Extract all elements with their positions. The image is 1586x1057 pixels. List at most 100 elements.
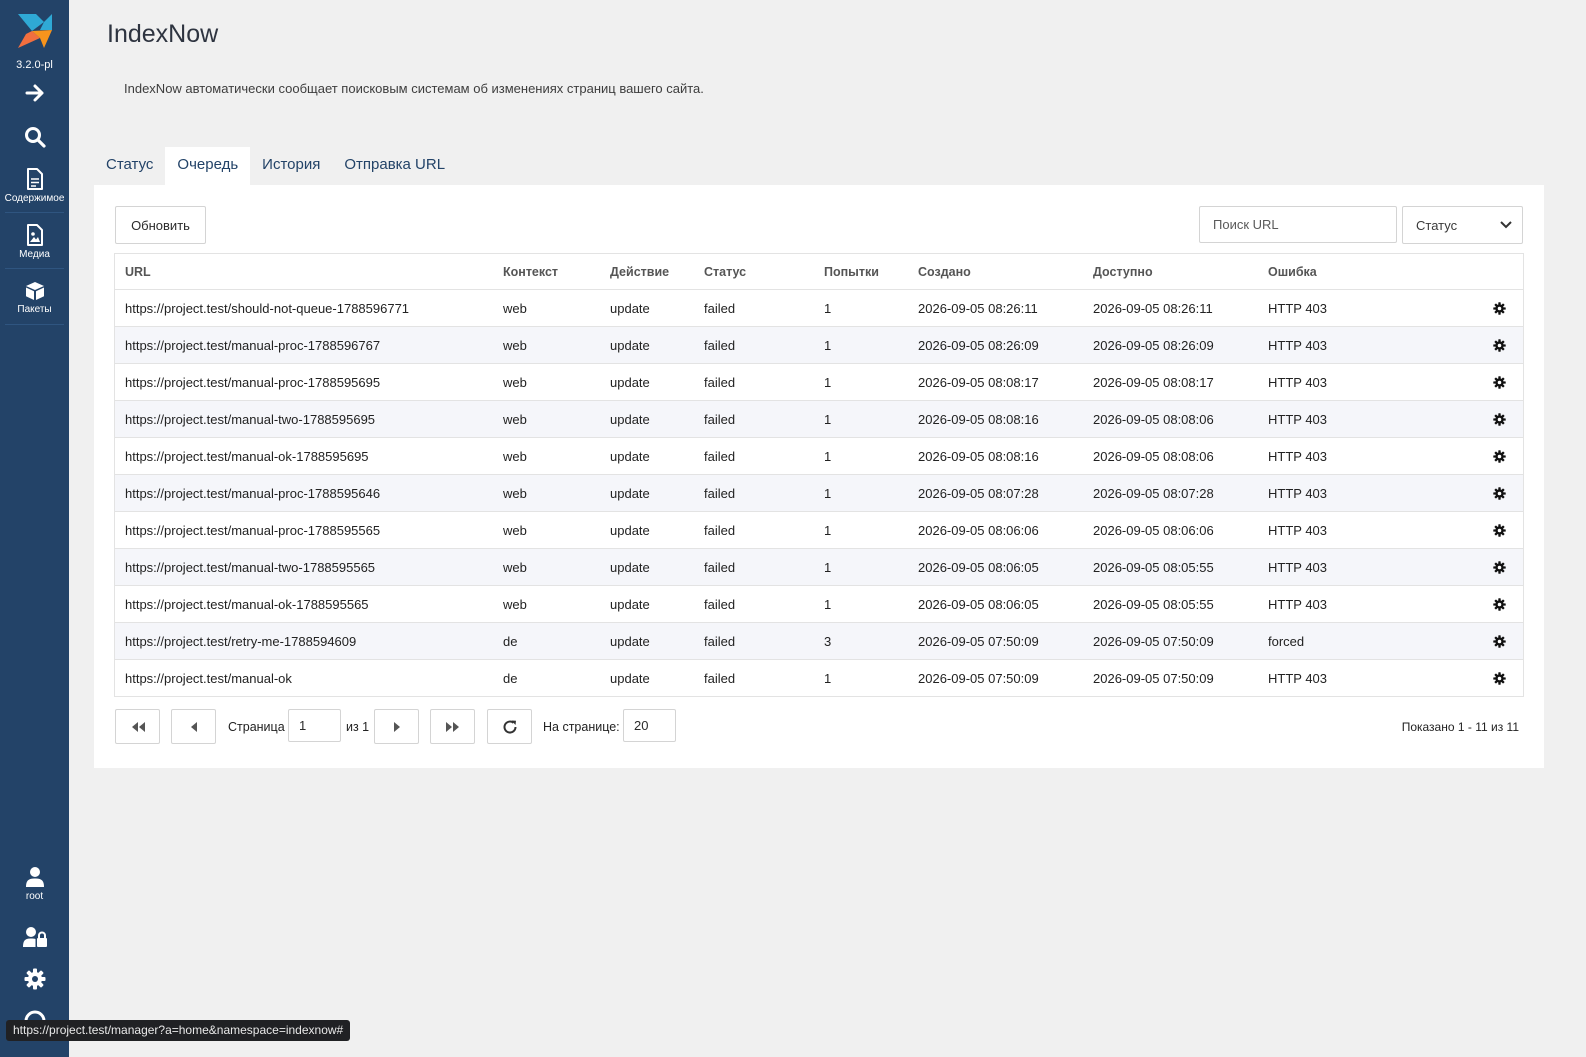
cell-error: HTTP 403 xyxy=(1268,485,1328,501)
row-actions-gear-icon[interactable] xyxy=(1458,671,1523,685)
cell-status: failed xyxy=(704,522,736,538)
sidebar-item-label: root xyxy=(25,891,44,902)
cell-attempts: 1 xyxy=(824,411,832,427)
sidebar-item-label: Содержимое xyxy=(4,193,65,204)
search-url-input[interactable] xyxy=(1199,206,1397,243)
cell-attempts: 1 xyxy=(824,522,832,538)
cell-url: https://project.test/manual-proc-1788595… xyxy=(125,374,381,390)
page-number-input[interactable]: 1 xyxy=(288,709,341,742)
cell-available: 2026-09-05 08:06:06 xyxy=(1093,522,1214,538)
cell-available: 2026-09-05 08:26:11 xyxy=(1093,300,1213,316)
table-row[interactable]: https://project.test/manual-proc-1788595… xyxy=(115,474,1523,511)
cell-created: 2026-09-05 08:08:17 xyxy=(918,374,1039,390)
column-header-error[interactable]: Ошибка xyxy=(1258,265,1458,279)
column-header-status[interactable]: Статус xyxy=(694,265,814,279)
status-select-value: Статус xyxy=(1416,217,1458,233)
cell-url: https://project.test/retry-me-1788594609 xyxy=(125,633,357,649)
cell-context: web xyxy=(503,522,527,538)
last-page-button[interactable] xyxy=(430,709,475,744)
cell-status: failed xyxy=(704,670,736,686)
column-header-context[interactable]: Контекст xyxy=(493,265,600,279)
cell-created: 2026-09-05 08:06:05 xyxy=(918,559,1039,575)
cell-created: 2026-09-05 08:07:28 xyxy=(918,485,1039,501)
cell-created: 2026-09-05 07:50:09 xyxy=(918,670,1039,686)
cell-context: de xyxy=(503,633,518,649)
cell-status: failed xyxy=(704,300,736,316)
sidebar-item-content[interactable]: Содержимое xyxy=(0,166,69,206)
first-page-button[interactable] xyxy=(115,709,160,744)
tab-submit-url[interactable]: Отправка URL xyxy=(332,147,457,185)
sidebar-item-media[interactable]: Медиа xyxy=(0,222,69,262)
cell-available: 2026-09-05 08:08:06 xyxy=(1093,448,1214,464)
cell-available: 2026-09-05 08:07:28 xyxy=(1093,485,1214,501)
column-header-action[interactable]: Действие xyxy=(600,265,694,279)
table-row[interactable]: https://project.test/manual-proc-1788595… xyxy=(115,363,1523,400)
table-row[interactable]: https://project.test/manual-proc-1788596… xyxy=(115,326,1523,363)
cell-created: 2026-09-05 08:06:06 xyxy=(918,522,1039,538)
column-header-attempts[interactable]: Попытки xyxy=(814,265,908,279)
row-actions-gear-icon[interactable] xyxy=(1458,375,1523,389)
table-row[interactable]: https://project.test/manual-ok-178859556… xyxy=(115,585,1523,622)
cell-status: failed xyxy=(704,596,736,612)
cell-action: update xyxy=(610,559,650,575)
table-row[interactable]: https://project.test/retry-me-1788594609… xyxy=(115,622,1523,659)
table-row[interactable]: https://project.test/manual-proc-1788595… xyxy=(115,511,1523,548)
row-actions-gear-icon[interactable] xyxy=(1458,301,1523,315)
cell-action: update xyxy=(610,374,650,390)
per-page-input[interactable]: 20 xyxy=(623,709,676,742)
sidebar-divider xyxy=(5,324,64,325)
cell-url: https://project.test/manual-ok xyxy=(125,670,292,686)
sidebar-item-search[interactable] xyxy=(0,124,69,150)
row-actions-gear-icon[interactable] xyxy=(1458,560,1523,574)
cell-created: 2026-09-05 08:08:16 xyxy=(918,448,1039,464)
sidebar-divider xyxy=(5,268,64,269)
cell-url: https://project.test/should-not-queue-17… xyxy=(125,300,410,316)
sidebar-item-packages[interactable]: Пакеты xyxy=(0,278,69,318)
sidebar-item-user[interactable]: root xyxy=(0,864,69,904)
next-page-button[interactable] xyxy=(374,709,419,744)
status-filter-select[interactable]: Статус xyxy=(1402,206,1523,244)
user-icon xyxy=(25,867,44,887)
row-actions-gear-icon[interactable] xyxy=(1458,412,1523,426)
queue-panel: Обновить Статус URL Контекст Действие Ст… xyxy=(94,185,1544,768)
row-actions-gear-icon[interactable] xyxy=(1458,634,1523,648)
table-row[interactable]: https://project.test/manual-two-17885956… xyxy=(115,400,1523,437)
row-actions-gear-icon[interactable] xyxy=(1458,449,1523,463)
sidebar-item-settings[interactable] xyxy=(0,966,69,992)
cell-available: 2026-09-05 08:05:55 xyxy=(1093,559,1214,575)
table-row[interactable]: https://project.test/manual-two-17885955… xyxy=(115,548,1523,585)
table-row[interactable]: https://project.test/manual-ok de update fa… xyxy=(115,659,1523,696)
cell-action: update xyxy=(610,633,650,649)
table-header: URL Контекст Действие Статус Попытки Соз… xyxy=(115,254,1523,289)
cell-action: update xyxy=(610,670,650,686)
column-header-url[interactable]: URL xyxy=(115,265,493,279)
cell-status: failed xyxy=(704,633,736,649)
cell-attempts: 1 xyxy=(824,448,832,464)
tab-queue[interactable]: Очередь xyxy=(165,147,251,185)
table-row[interactable]: https://project.test/should-not-queue-17… xyxy=(115,289,1523,326)
sidebar-item-go[interactable] xyxy=(0,80,69,106)
cell-error: HTTP 403 xyxy=(1268,522,1328,538)
version-label: 3.2.0-pl xyxy=(16,59,53,71)
refresh-button[interactable]: Обновить xyxy=(115,206,206,244)
cell-created: 2026-09-05 08:26:11 xyxy=(918,300,1038,316)
row-actions-gear-icon[interactable] xyxy=(1458,486,1523,500)
package-icon xyxy=(25,282,44,300)
cell-status: failed xyxy=(704,559,736,575)
row-actions-gear-icon[interactable] xyxy=(1458,523,1523,537)
cell-url: https://project.test/manual-ok-178859556… xyxy=(125,596,369,612)
cell-error: HTTP 403 xyxy=(1268,374,1328,390)
row-actions-gear-icon[interactable] xyxy=(1458,338,1523,352)
row-actions-gear-icon[interactable] xyxy=(1458,597,1523,611)
tab-status[interactable]: Статус xyxy=(94,147,165,185)
column-header-available[interactable]: Доступно xyxy=(1083,265,1258,279)
tab-history[interactable]: История xyxy=(250,147,332,185)
modx-logo-icon[interactable] xyxy=(16,12,54,50)
table-row[interactable]: https://project.test/manual-ok-178859569… xyxy=(115,437,1523,474)
prev-page-button[interactable] xyxy=(171,709,216,744)
cell-available: 2026-09-05 08:08:06 xyxy=(1093,411,1214,427)
column-header-created[interactable]: Создано xyxy=(908,265,1083,279)
reload-button[interactable] xyxy=(487,709,532,744)
sidebar-item-access[interactable] xyxy=(0,924,69,950)
cell-context: de xyxy=(503,670,518,686)
